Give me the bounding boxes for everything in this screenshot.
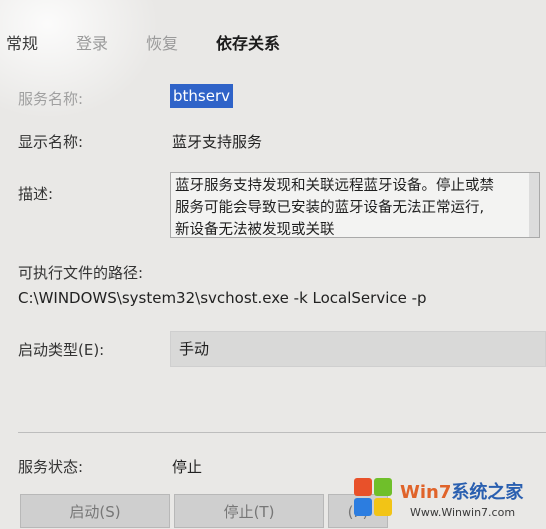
start-button[interactable]: 启动(S) bbox=[20, 494, 170, 528]
watermark-prefix: Win7 bbox=[400, 482, 452, 503]
watermark-url: Www.Winwin7.com bbox=[410, 506, 516, 519]
watermark-logo: Win7系统之家 Www.Winwin7.com bbox=[352, 474, 546, 528]
exe-path-label: 可执行文件的路径: bbox=[18, 264, 144, 282]
tab-dependencies[interactable]: 依存关系 bbox=[216, 30, 280, 54]
startup-type-value: 手动 bbox=[179, 340, 210, 358]
service-status-label: 服务状态: bbox=[18, 458, 84, 476]
description-line: 新设备无法被发现或关联 bbox=[175, 222, 335, 238]
windows-flag-icon bbox=[352, 476, 396, 520]
description-label: 描述: bbox=[18, 185, 54, 203]
watermark-title: Win7系统之家 bbox=[400, 478, 523, 504]
description-line: 服务可能会导致已安装的蓝牙设备无法正常运行, bbox=[175, 200, 485, 216]
display-name-value: 蓝牙支持服务 bbox=[172, 133, 263, 151]
description-scrollbar[interactable] bbox=[529, 173, 539, 237]
tab-logon[interactable]: 登录 bbox=[76, 30, 108, 54]
exe-path-value: C:\WINDOWS\system32\svchost.exe -k Local… bbox=[18, 289, 427, 307]
property-tabs: 常规 登录 恢复 依存关系 bbox=[0, 20, 546, 60]
section-divider bbox=[18, 432, 546, 433]
startup-type-label: 启动类型(E): bbox=[18, 341, 105, 359]
display-name-label: 显示名称: bbox=[18, 133, 84, 151]
description-line: 蓝牙服务支持发现和关联远程蓝牙设备。停止或禁 bbox=[175, 178, 494, 194]
tab-general[interactable]: 常规 bbox=[6, 30, 38, 54]
watermark-suffix: 系统之家 bbox=[451, 482, 524, 503]
stop-button[interactable]: 停止(T) bbox=[174, 494, 324, 528]
tab-recovery[interactable]: 恢复 bbox=[146, 30, 178, 54]
service-name-value[interactable]: bthserv bbox=[170, 84, 233, 108]
service-name-label: 服务名称: bbox=[18, 90, 84, 108]
description-box[interactable]: 蓝牙服务支持发现和关联远程蓝牙设备。停止或禁 服务可能会导致已安装的蓝牙设备无法… bbox=[170, 172, 540, 238]
startup-type-dropdown[interactable]: 手动 bbox=[170, 331, 546, 367]
service-status-value: 停止 bbox=[172, 458, 203, 476]
